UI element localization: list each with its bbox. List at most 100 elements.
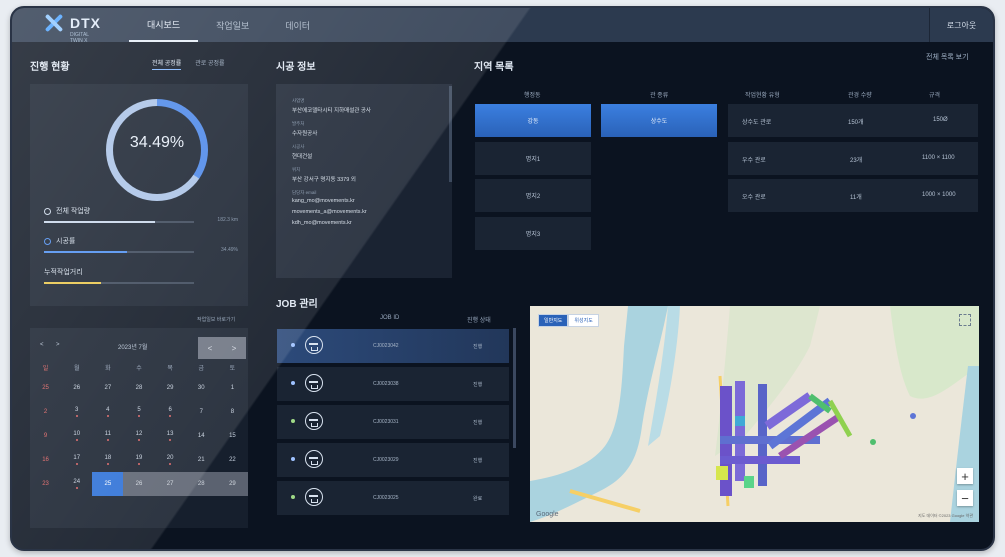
pipe-segment: [735, 381, 745, 481]
calendar-day[interactable]: 6: [155, 400, 186, 424]
calendar-day[interactable]: 25: [92, 472, 124, 496]
job-row[interactable]: CJ0023031 진행: [277, 405, 509, 439]
map-attribution[interactable]: 지도 데이터 ©2023 Google 약관: [918, 513, 973, 519]
region-button[interactable]: 명지3: [475, 217, 591, 250]
calendar-day[interactable]: 26: [123, 472, 155, 496]
calendar-day-number: 29: [166, 385, 174, 391]
robot-icon: [305, 450, 323, 468]
calendar-day[interactable]: 5: [123, 400, 154, 424]
calendar-day[interactable]: 18: [92, 448, 123, 472]
calendar-day[interactable]: 11: [92, 424, 123, 448]
map-view[interactable]: 일반지도 위성지도 + − Google 지도 데이터 ©2023 Google…: [530, 306, 979, 522]
calendar-day[interactable]: 29: [216, 472, 248, 496]
pipe-segment: [735, 416, 745, 426]
calendar-day[interactable]: 28: [123, 376, 154, 400]
calendar-prev-month-button[interactable]: <: [198, 337, 222, 359]
calendar-grid: 일 월 화 수 목 금 토 25 26 27 28 29 30 1 2 3 4 5 6 7 8 9 10 11 12 13 14 15…: [30, 358, 248, 496]
calendar-next-month-button[interactable]: >: [222, 337, 246, 359]
calendar-day[interactable]: 25: [30, 376, 61, 400]
region-button[interactable]: 명지1: [475, 142, 591, 175]
calendar-day[interactable]: 9: [30, 424, 61, 448]
calendar-day[interactable]: 10: [61, 424, 92, 448]
row-cell: 상수도 관로: [742, 120, 772, 126]
nav-data[interactable]: 데이터: [267, 8, 328, 42]
calendar-day[interactable]: 12: [123, 424, 154, 448]
tab-total-progress[interactable]: 전체 공정률: [152, 58, 182, 70]
calendar-day[interactable]: 30: [186, 376, 217, 400]
calendar-day[interactable]: 13: [155, 424, 186, 448]
calendar-day[interactable]: 28: [185, 472, 217, 496]
logo-subtitle: DIGITAL TWIN X: [70, 32, 89, 44]
tab-pipe-progress[interactable]: 관로 공정률: [195, 58, 224, 70]
calendar-day[interactable]: 15: [217, 424, 248, 448]
calendar-day[interactable]: 1: [217, 376, 248, 400]
calendar-day[interactable]: 24: [61, 472, 92, 496]
pipe-type-button[interactable]: 상수도: [601, 104, 717, 137]
job-state: 진행: [473, 458, 483, 464]
calendar-day-number: 9: [43, 433, 48, 439]
google-logo: Google: [536, 511, 559, 518]
main-nav: 대시보드 작업일보 데이터: [129, 8, 328, 42]
calendar-day-number: 6: [168, 407, 172, 413]
work-mark-dot: [169, 439, 172, 441]
calendar-day[interactable]: 4: [92, 400, 123, 424]
calendar-next-button[interactable]: >: [56, 342, 60, 348]
calendar-day[interactable]: 16: [30, 448, 61, 472]
stat-bar: 182.3 km: [44, 217, 238, 223]
calendar-day[interactable]: 22: [217, 448, 248, 472]
calendar-day[interactable]: 17: [61, 448, 92, 472]
map-tab-normal[interactable]: 일반지도: [538, 314, 569, 327]
email-value[interactable]: kdh_mo@movements.kr: [292, 220, 452, 226]
calendar-day[interactable]: 20: [155, 448, 186, 472]
job-row[interactable]: CJ0023038 진행: [277, 367, 509, 401]
work-report-link[interactable]: 작업일보 바로가기: [197, 316, 235, 323]
calendar-day[interactable]: 29: [155, 376, 186, 400]
calendar-day[interactable]: 14: [186, 424, 217, 448]
view-all-link[interactable]: 전체 목록 보기: [926, 52, 969, 62]
app-frame: DTX DIGITAL TWIN X 대시보드 작업일보 데이터 로그아웃 진행…: [10, 6, 995, 551]
calendar-day[interactable]: 27: [154, 472, 186, 496]
calendar-prev-button[interactable]: <: [40, 342, 44, 348]
region-row[interactable]: 우수 관로 23개 1100 × 1100: [728, 142, 978, 175]
zoom-out-button[interactable]: −: [957, 490, 973, 506]
calendar-month: 2023년 7월: [118, 345, 148, 351]
map-tab-satellite[interactable]: 위성지도: [568, 314, 599, 327]
job-row[interactable]: CJ0023029 진행: [277, 443, 509, 477]
calendar-day[interactable]: 26: [61, 376, 92, 400]
calendar-day[interactable]: 21: [186, 448, 217, 472]
email-value[interactable]: movements_a@movements.kr: [292, 209, 452, 215]
info-scrollbar[interactable]: [449, 86, 452, 182]
calendar-day[interactable]: 23: [30, 472, 61, 496]
calendar-day[interactable]: 8: [217, 400, 248, 424]
job-row[interactable]: CJ0023042 진행: [277, 329, 509, 363]
row-cell: 150Ø: [933, 117, 948, 123]
calendar-day-number: 15: [229, 433, 236, 439]
app-logo[interactable]: DTX DIGITAL TWIN X: [42, 12, 101, 44]
calendar-day[interactable]: 7: [186, 400, 217, 424]
region-row[interactable]: 상수도 관로 150개 150Ø: [728, 104, 978, 137]
region-button[interactable]: 강동: [475, 104, 591, 137]
work-mark-dot: [75, 463, 78, 465]
calendar-day[interactable]: 27: [92, 376, 123, 400]
calendar-day[interactable]: 19: [123, 448, 154, 472]
calendar-day-number: 2: [43, 409, 48, 415]
calendar-day[interactable]: 2: [30, 400, 61, 424]
fullscreen-icon[interactable]: [959, 314, 971, 326]
status-dot: [291, 343, 295, 347]
jobs-scrollbar[interactable]: [513, 328, 516, 448]
logout-button[interactable]: 로그아웃: [929, 8, 993, 42]
region-button[interactable]: 명지2: [475, 179, 591, 212]
region-col-header: 작업현황 유형: [745, 93, 780, 99]
email-value[interactable]: kang_mo@movements.kr: [292, 198, 452, 204]
status-title: 진행 현황: [30, 62, 70, 73]
region-col-header: 관경 수량: [848, 93, 872, 99]
calendar-day-number: 19: [135, 455, 143, 461]
calendar-day[interactable]: 3: [61, 400, 92, 424]
stat-label: 누적작업거리: [44, 269, 83, 276]
nav-work-report[interactable]: 작업일보: [198, 8, 267, 42]
zoom-in-button[interactable]: +: [957, 468, 973, 484]
nav-dashboard[interactable]: 대시보드: [129, 8, 199, 42]
calendar-day-number: 20: [166, 455, 174, 461]
region-row[interactable]: 오수 관로 11개 1000 × 1000: [728, 179, 978, 212]
job-row[interactable]: CJ0023025 완료: [277, 481, 509, 515]
